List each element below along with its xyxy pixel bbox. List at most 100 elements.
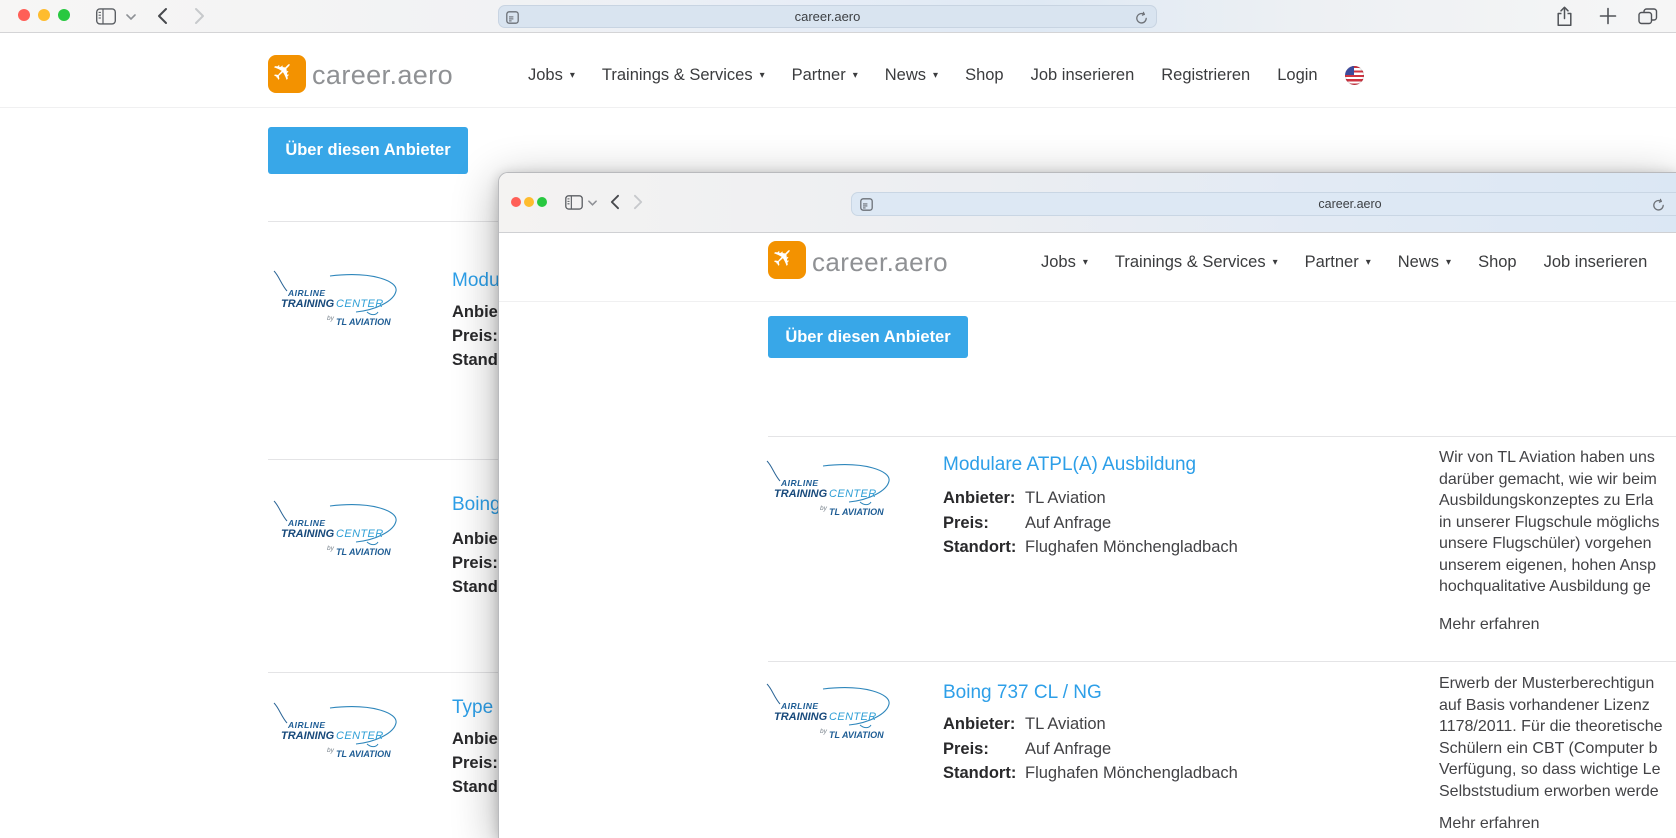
close-button[interactable] [18, 9, 30, 21]
listing-meta: Anbie Preis: Stand [452, 300, 498, 372]
main-nav: Jobs ▾ Trainings & Services ▾ Partner ▾ New… [528, 60, 1364, 90]
more-link[interactable]: Mehr erfahren [1439, 815, 1540, 833]
language-flag-icon[interactable] [1344, 65, 1364, 85]
address-bar[interactable]: career.aero [498, 5, 1157, 28]
listing-logo[interactable]: AIRLINE TRAINING CENTER by TL AVIATION [765, 681, 895, 748]
tab-overview-icon[interactable] [1638, 8, 1658, 25]
close-button[interactable] [511, 197, 521, 207]
svg-text:CENTER: CENTER [829, 711, 877, 723]
svg-text:CENTER: CENTER [336, 730, 384, 742]
nav-shop[interactable]: Shop [965, 66, 1004, 85]
listing-meta: Anbie Preis: Stand [452, 727, 498, 799]
site-wordmark[interactable]: career.aero [312, 60, 453, 91]
page-settings-icon[interactable] [860, 198, 873, 211]
meta-label: Stand [452, 778, 498, 796]
nav-jobs[interactable]: Jobs ▾ [528, 66, 575, 85]
meta-label: Stand [452, 351, 498, 369]
listing-meta: Anbieter: TL Aviation Preis: Auf Anfrage S… [943, 712, 1238, 786]
listing-title[interactable]: Boing [452, 494, 501, 516]
sidebar-chevron-down-icon[interactable] [126, 14, 136, 21]
svg-text:CENTER: CENTER [336, 528, 384, 540]
listing-meta: Anbie Preis: Stand [452, 527, 498, 599]
chevron-down-icon: ▾ [569, 69, 575, 81]
nav-jobs[interactable]: Jobs ▾ [1041, 253, 1088, 272]
browser-toolbar: career.aero [0, 0, 1676, 33]
svg-text:TRAINING: TRAINING [774, 488, 828, 500]
meta-label: Anbieter: [943, 489, 1016, 507]
listing-logo[interactable]: AIRLINE TRAINING CENTER by TL AVIATION [765, 458, 895, 525]
about-provider-button[interactable]: Über diesen Anbieter [768, 316, 968, 358]
chevron-down-icon: ▾ [852, 69, 858, 81]
address-bar[interactable]: career.aero [851, 192, 1676, 216]
svg-text:TRAINING: TRAINING [774, 711, 828, 723]
minimize-button[interactable] [38, 9, 50, 21]
meta-value: Auf Anfrage [1025, 513, 1112, 532]
nav-job-inserieren[interactable]: Job inserieren [1031, 66, 1135, 85]
fullscreen-button[interactable] [537, 197, 547, 207]
svg-text:TRAINING: TRAINING [281, 528, 335, 540]
site-logo[interactable]: ✈ [766, 240, 806, 279]
svg-text:by: by [327, 545, 335, 552]
meta-value: Flughafen Mönchengladbach [1025, 764, 1238, 782]
meta-label: Anbieter: [943, 715, 1016, 733]
sidebar-icon[interactable] [565, 195, 583, 210]
about-provider-button[interactable]: Über diesen Anbieter [268, 127, 468, 174]
reload-icon[interactable] [1652, 198, 1665, 212]
main-nav: Jobs ▾ Trainings & Services ▾ Partner ▾ New… [1041, 247, 1647, 277]
svg-text:TL AVIATION: TL AVIATION [829, 507, 884, 517]
back-button[interactable] [156, 7, 168, 25]
meta-label: Anbie [452, 530, 498, 548]
meta-label: Anbie [452, 303, 498, 321]
nav-partner[interactable]: Partner ▾ [792, 66, 858, 85]
chevron-down-icon: ▾ [1272, 256, 1278, 268]
nav-partner[interactable]: Partner ▾ [1305, 253, 1371, 272]
listing-title[interactable]: Type [452, 697, 493, 719]
svg-text:TL AVIATION: TL AVIATION [829, 730, 884, 740]
listing-title[interactable]: Modu [452, 270, 500, 292]
forward-button[interactable] [194, 7, 206, 25]
listing-logo[interactable]: AIRLINE TRAINING CENTER by TL AVIATION [272, 268, 402, 335]
listing-description: Erwerb der Musterberechtigun auf Basis v… [1439, 675, 1663, 800]
nav-job-inserieren[interactable]: Job inserieren [1544, 253, 1648, 272]
svg-text:TL AVIATION: TL AVIATION [336, 547, 391, 557]
nav-registrieren[interactable]: Registrieren [1161, 66, 1250, 85]
svg-text:by: by [327, 315, 335, 322]
more-link[interactable]: Mehr erfahren [1439, 616, 1540, 634]
svg-text:TL AVIATION: TL AVIATION [336, 317, 391, 327]
site-logo[interactable]: ✈ [266, 54, 306, 93]
nav-login[interactable]: Login [1277, 66, 1317, 85]
meta-label: Preis: [943, 513, 989, 532]
nav-trainings-services[interactable]: Trainings & Services ▾ [602, 66, 765, 85]
meta-label: Standort: [943, 538, 1017, 556]
svg-text:AIRLINE: AIRLINE [287, 518, 326, 528]
sidebar-chevron-down-icon[interactable] [588, 200, 597, 206]
fullscreen-button[interactable] [58, 9, 70, 21]
svg-text:AIRLINE: AIRLINE [780, 701, 819, 711]
svg-text:by: by [327, 747, 335, 754]
new-tab-icon[interactable] [1599, 7, 1617, 25]
reload-icon[interactable] [1135, 11, 1148, 25]
minimize-button[interactable] [524, 197, 534, 207]
listing-logo[interactable]: AIRLINE TRAINING CENTER by TL AVIATION [272, 700, 402, 767]
chevron-down-icon: ▾ [933, 69, 939, 81]
site-wordmark[interactable]: career.aero [812, 247, 948, 278]
share-icon[interactable] [1556, 6, 1573, 27]
listing-description: Wir von TL Aviation haben uns darüber ge… [1439, 449, 1660, 595]
svg-text:CENTER: CENTER [829, 488, 877, 500]
svg-text:by: by [820, 505, 828, 512]
meta-label: Preis: [452, 327, 498, 345]
nav-news[interactable]: News ▾ [1398, 253, 1451, 272]
svg-text:AIRLINE: AIRLINE [287, 288, 326, 298]
page-settings-icon[interactable] [506, 11, 519, 24]
forward-button[interactable] [633, 194, 644, 210]
chevron-down-icon: ▾ [1082, 256, 1088, 268]
back-button[interactable] [609, 194, 620, 210]
sidebar-icon[interactable] [95, 8, 117, 25]
nav-news[interactable]: News ▾ [885, 66, 938, 85]
listing-title[interactable]: Modulare ATPL(A) Ausbildung [943, 454, 1196, 476]
listing-logo[interactable]: AIRLINE TRAINING CENTER by TL AVIATION [272, 498, 402, 565]
meta-value: TL Aviation [1025, 489, 1106, 507]
nav-trainings-services[interactable]: Trainings & Services ▾ [1115, 253, 1278, 272]
nav-shop[interactable]: Shop [1478, 253, 1517, 272]
listing-title[interactable]: Boing 737 CL / NG [943, 682, 1102, 704]
